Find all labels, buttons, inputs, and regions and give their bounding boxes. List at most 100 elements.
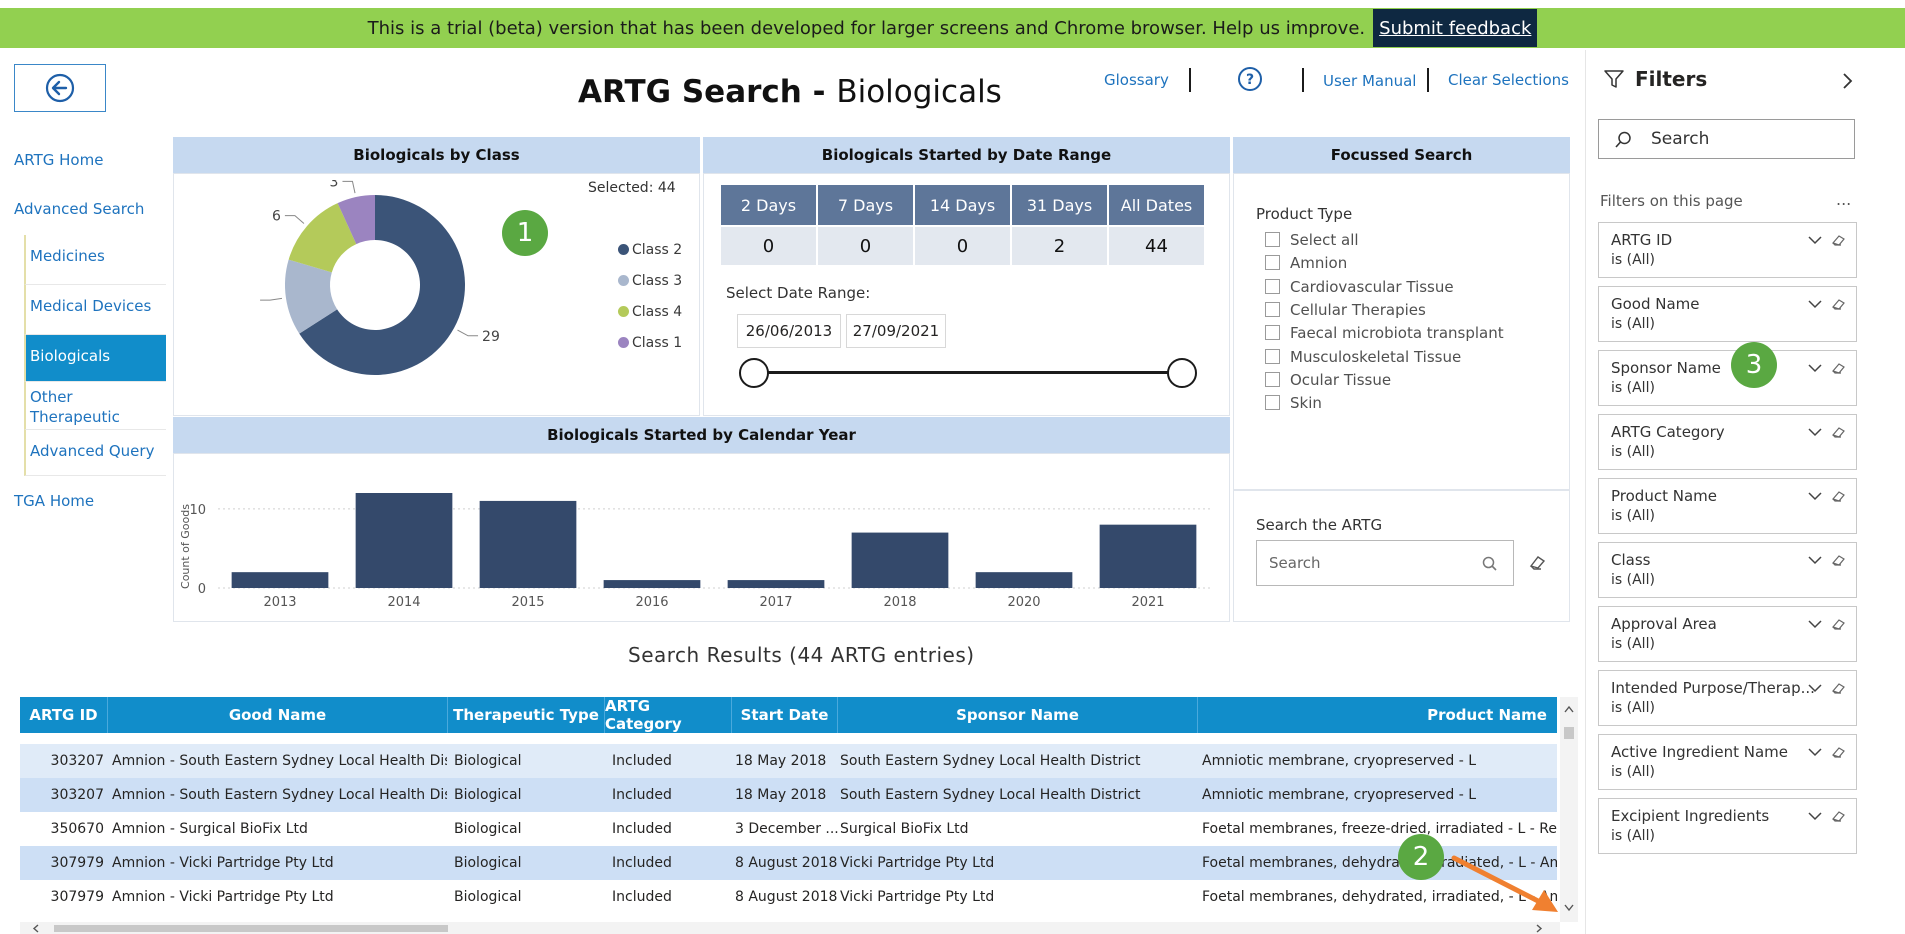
legend-item[interactable]: Class 4	[618, 304, 682, 320]
year-bar-2016[interactable]	[603, 580, 701, 588]
filter-card-class[interactable]: Class is (All)	[1598, 542, 1857, 598]
chevron-down-icon[interactable]	[1807, 359, 1823, 378]
nav-tga-home[interactable]: TGA Home	[14, 492, 94, 510]
chevron-down-icon[interactable]	[1807, 615, 1823, 634]
start-date-input[interactable]: 26/06/2013	[737, 314, 841, 348]
glossary-link[interactable]: Glossary	[1104, 71, 1169, 89]
date-range-tab[interactable]: 7 Days	[818, 185, 913, 225]
class-donut-chart[interactable]: 29663	[260, 180, 510, 400]
filter-card-artg-id[interactable]: ARTG ID is (All)	[1598, 222, 1857, 278]
clear-selections-link[interactable]: Clear Selections	[1448, 71, 1569, 89]
filter-card-active-ingredient-name[interactable]: Active Ingredient Name is (All)	[1598, 734, 1857, 790]
table-row[interactable]: 350670 Amnion - Surgical BioFix Ltd Biolog…	[20, 812, 1557, 846]
eraser-icon[interactable]	[1831, 296, 1847, 315]
chevron-down-icon[interactable]	[1807, 743, 1823, 762]
year-bar-chart[interactable]: 010Count of Goods2013 2014 2015 2016 2017 201…	[173, 455, 1230, 620]
help-icon[interactable]: ?	[1237, 66, 1263, 96]
nav-medical-devices[interactable]: Medical Devices	[24, 285, 166, 335]
filter-card-approval-area[interactable]: Approval Area is (All)	[1598, 606, 1857, 662]
eraser-icon[interactable]	[1831, 424, 1847, 443]
scroll-thumb[interactable]	[1564, 727, 1574, 739]
date-range-tab[interactable]: 31 Days	[1012, 185, 1107, 225]
nav-other-therapeutic-goods[interactable]: Other Therapeutic Goods	[24, 382, 166, 446]
nav-biologicals[interactable]: Biologicals	[24, 335, 166, 382]
legend-item[interactable]: Class 1	[618, 335, 682, 351]
chevron-down-icon[interactable]	[1807, 231, 1823, 250]
checkbox[interactable]	[1265, 278, 1280, 294]
legend-item[interactable]: Class 3	[618, 273, 682, 289]
filter-card-product-name[interactable]: Product Name is (All)	[1598, 478, 1857, 534]
filter-card-artg-category[interactable]: ARTG Category is (All)	[1598, 414, 1857, 470]
artg-search-input[interactable]: Search	[1256, 540, 1514, 586]
filter-card-intended-purpose-therap[interactable]: Intended Purpose/Therap... is (All)	[1598, 670, 1857, 726]
submit-feedback-button[interactable]: Submit feedback	[1373, 9, 1538, 47]
eraser-icon[interactable]	[1831, 232, 1847, 251]
filter-card-excipient-ingredients[interactable]: Excipient Ingredients is (All)	[1598, 798, 1857, 854]
product-type-option[interactable]: Select all	[1265, 231, 1359, 249]
product-type-option[interactable]: Musculoskeletal Tissue	[1265, 348, 1461, 366]
scroll-up-icon[interactable]	[1564, 705, 1574, 713]
legend-item[interactable]: Class 2	[618, 242, 682, 258]
nav-advanced-query[interactable]: Advanced Query	[24, 430, 166, 476]
filter-card-sponsor-name[interactable]: Sponsor Name is (All)	[1598, 350, 1857, 406]
checkbox[interactable]	[1265, 255, 1280, 271]
user-manual-link[interactable]: User Manual	[1323, 72, 1416, 90]
date-range-tab[interactable]: 2 Days	[721, 185, 816, 225]
chevron-down-icon[interactable]	[1807, 423, 1823, 442]
nav-advanced-search[interactable]: Advanced Search	[14, 200, 144, 218]
chevron-down-icon[interactable]	[1807, 487, 1823, 506]
column-header-start-date[interactable]: Start Date	[732, 697, 838, 733]
year-bar-2014[interactable]	[355, 493, 453, 588]
collapse-chevron-icon[interactable]	[1840, 72, 1854, 90]
column-header-artg-category[interactable]: ARTG Category	[605, 697, 732, 733]
table-row[interactable]: 307979 Amnion - Vicki Partridge Pty Ltd Bi…	[20, 846, 1557, 880]
column-header-good-name[interactable]: Good Name	[108, 697, 448, 733]
more-options-icon[interactable]: ...	[1836, 190, 1851, 209]
chevron-down-icon[interactable]	[1807, 679, 1823, 698]
eraser-icon[interactable]	[1831, 360, 1847, 379]
eraser-icon[interactable]	[1831, 552, 1847, 571]
nav-artg-home[interactable]: ARTG Home	[14, 151, 103, 169]
chevron-down-icon[interactable]	[1807, 551, 1823, 570]
chevron-down-icon[interactable]	[1807, 807, 1823, 826]
eraser-icon[interactable]	[1831, 744, 1847, 763]
horizontal-scroll-thumb[interactable]	[54, 925, 448, 932]
table-row[interactable]: 303207 Amnion - South Eastern Sydney Loca…	[20, 778, 1557, 812]
checkbox[interactable]	[1265, 325, 1280, 341]
checkbox[interactable]	[1265, 301, 1280, 317]
product-type-option[interactable]: Skin	[1265, 394, 1322, 412]
year-bar-2020[interactable]	[975, 572, 1073, 588]
horizontal-scrollbar[interactable]	[20, 922, 1560, 934]
year-bar-2017[interactable]	[727, 580, 825, 588]
column-header-therapeutic-type[interactable]: Therapeutic Type	[448, 697, 605, 733]
checkbox[interactable]	[1265, 395, 1280, 411]
scroll-right-icon[interactable]	[1535, 924, 1543, 933]
slider-end-handle[interactable]	[1167, 358, 1197, 388]
checkbox[interactable]	[1265, 232, 1280, 247]
date-range-tab[interactable]: All Dates	[1109, 185, 1204, 225]
column-header-product-name[interactable]: Product Name	[1198, 697, 1557, 733]
year-bar-2018[interactable]	[851, 532, 949, 588]
year-bar-2015[interactable]	[479, 500, 577, 588]
column-header-sponsor-name[interactable]: Sponsor Name	[838, 697, 1198, 733]
nav-medicines[interactable]: Medicines	[24, 235, 166, 285]
column-header-artg-id[interactable]: ARTG ID	[20, 697, 108, 733]
year-bar-2021[interactable]	[1099, 524, 1197, 588]
eraser-icon[interactable]	[1528, 553, 1548, 571]
end-date-input[interactable]: 27/09/2021	[846, 314, 946, 348]
eraser-icon[interactable]	[1831, 616, 1847, 635]
filters-search-input[interactable]: Search	[1598, 119, 1855, 159]
product-type-option[interactable]: Ocular Tissue	[1265, 371, 1391, 389]
checkbox[interactable]	[1265, 348, 1280, 364]
date-range-tab[interactable]: 14 Days	[915, 185, 1010, 225]
product-type-option[interactable]: Cardiovascular Tissue	[1265, 278, 1454, 296]
filter-card-good-name[interactable]: Good Name is (All)	[1598, 286, 1857, 342]
product-type-option[interactable]: Cellular Therapies	[1265, 301, 1426, 319]
chevron-down-icon[interactable]	[1807, 295, 1823, 314]
product-type-option[interactable]: Faecal microbiota transplant	[1265, 324, 1504, 342]
table-row[interactable]: 307979 Amnion - Vicki Partridge Pty Ltd Bi…	[20, 880, 1557, 914]
table-row[interactable]: 303207 Amnion - South Eastern Sydney Loca…	[20, 744, 1557, 778]
eraser-icon[interactable]	[1831, 808, 1847, 827]
eraser-icon[interactable]	[1831, 680, 1847, 699]
eraser-icon[interactable]	[1831, 488, 1847, 507]
